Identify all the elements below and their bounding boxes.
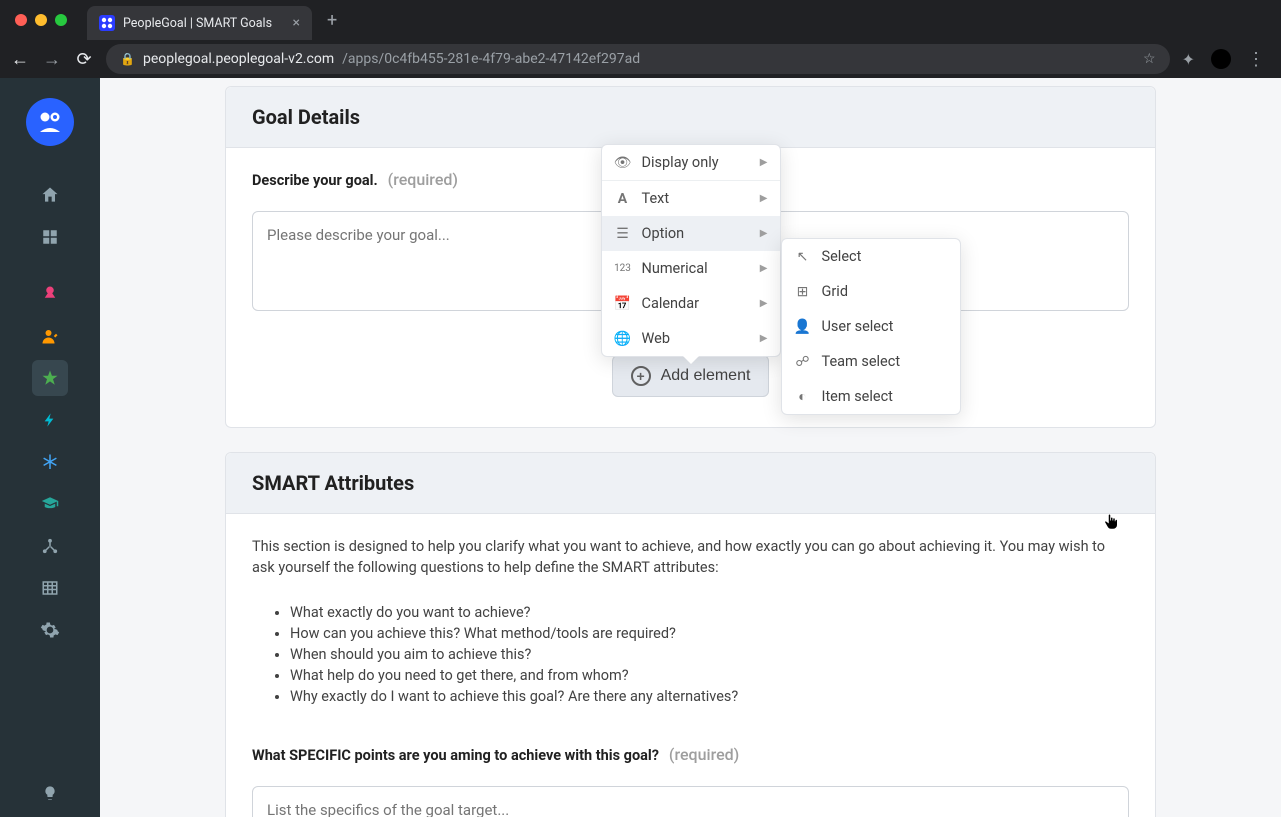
menu-item-calendar[interactable]: 📅 Calendar ▶: [602, 286, 780, 321]
number-icon: 123: [614, 263, 632, 274]
eye-icon: 👁: [614, 155, 632, 171]
close-window-button[interactable]: [15, 14, 27, 26]
chevron-right-icon: ▶: [760, 298, 768, 309]
specific-points-label: What SPECIFIC points are you aming to ac…: [252, 747, 659, 764]
new-tab-button[interactable]: +: [327, 10, 337, 31]
sidebar-item-table[interactable]: [32, 570, 68, 606]
minimize-window-button[interactable]: [35, 14, 47, 26]
sidebar: [0, 78, 100, 817]
describe-goal-label: Describe your goal.: [252, 172, 378, 189]
list-item: How can you achieve this? What method/to…: [290, 625, 1129, 642]
goal-details-title: Goal Details: [226, 87, 1155, 148]
tab-close-icon[interactable]: ×: [293, 15, 300, 31]
menu-item-numerical[interactable]: 123 Numerical ▶: [602, 251, 780, 286]
submenu-item-select[interactable]: ↖ Select: [782, 239, 960, 274]
chevron-right-icon: ▶: [760, 228, 768, 239]
text-icon: A: [614, 191, 632, 207]
sidebar-item-settings[interactable]: [32, 612, 68, 648]
submenu-item-item-select[interactable]: ◐ Item select: [782, 379, 960, 414]
extensions-icon[interactable]: ✦: [1182, 50, 1195, 69]
required-label: (required): [388, 170, 458, 189]
plus-circle-icon: +: [631, 366, 651, 386]
chevron-right-icon: ▶: [760, 263, 768, 274]
element-type-menu: 👁 Display only ▶ A Text ▶ ☰ Option: [601, 144, 781, 357]
add-element-label: Add element: [661, 367, 751, 385]
submenu-item-grid[interactable]: ⊞ Grid: [782, 274, 960, 309]
maximize-window-button[interactable]: [55, 14, 67, 26]
sidebar-home-icon[interactable]: [32, 177, 68, 213]
sidebar-help-icon[interactable]: [32, 775, 68, 811]
smart-intro-text: This section is designed to help you cla…: [252, 536, 1129, 578]
profile-avatar[interactable]: [1211, 49, 1231, 69]
menu-item-display-only[interactable]: 👁 Display only ▶: [602, 145, 780, 181]
chevron-right-icon: ▶: [760, 333, 768, 344]
team-icon: ☍: [794, 354, 812, 370]
back-button[interactable]: ←: [10, 49, 30, 70]
cursor-icon: ↖: [794, 249, 812, 265]
list-item: What exactly do you want to achieve?: [290, 604, 1129, 621]
menu-item-text[interactable]: A Text ▶: [602, 181, 780, 216]
grid-icon: ⊞: [794, 284, 812, 300]
forward-button[interactable]: →: [42, 49, 62, 70]
sidebar-item-asterisk[interactable]: [32, 444, 68, 480]
list-item: Why exactly do I want to achieve this go…: [290, 688, 1129, 705]
smart-attributes-card: SMART Attributes This section is designe…: [225, 452, 1156, 817]
sidebar-item-pink[interactable]: [32, 276, 68, 312]
globe-icon: 🌐: [614, 331, 632, 347]
sidebar-item-bolt[interactable]: [32, 402, 68, 438]
app-logo[interactable]: [26, 98, 74, 146]
address-bar[interactable]: 🔒 peoplegoal.peoplegoal-v2.com/apps/0c4f…: [106, 44, 1170, 74]
list-item: What help do you need to get there, and …: [290, 667, 1129, 684]
reload-button[interactable]: ⟳: [74, 49, 94, 70]
smart-attributes-title: SMART Attributes: [226, 453, 1155, 514]
tab-title: PeopleGoal | SMART Goals: [123, 16, 272, 31]
menu-item-option[interactable]: ☰ Option ▶: [602, 216, 780, 251]
list-item: When should you aim to achieve this?: [290, 646, 1129, 663]
url-path: /apps/0c4fb455-281e-4f79-abe2-47142ef297…: [342, 51, 640, 67]
browser-tab[interactable]: PeopleGoal | SMART Goals ×: [87, 6, 312, 40]
submenu-item-user-select[interactable]: 👤 User select: [782, 309, 960, 344]
sidebar-item-network[interactable]: [32, 528, 68, 564]
option-submenu: ↖ Select ⊞ Grid 👤 User select ☍: [781, 238, 961, 415]
sidebar-item-person[interactable]: [32, 318, 68, 354]
user-icon: 👤: [794, 319, 812, 335]
star-icon[interactable]: ☆: [1143, 51, 1156, 67]
specific-points-input[interactable]: [252, 786, 1129, 817]
goal-details-card: Goal Details Describe your goal. (requir…: [225, 86, 1156, 428]
list-icon: ☰: [614, 226, 632, 242]
tab-favicon: [99, 15, 115, 31]
chevron-right-icon: ▶: [760, 157, 768, 168]
smart-questions-list: What exactly do you want to achieve? How…: [290, 604, 1129, 705]
browser-menu-icon[interactable]: ⋮: [1247, 49, 1265, 70]
url-host: peoplegoal.peoplegoal-v2.com: [143, 51, 334, 67]
lock-icon: 🔒: [120, 52, 135, 66]
browser-chrome: PeopleGoal | SMART Goals × + ← → ⟳ 🔒 peo…: [0, 0, 1281, 78]
menu-item-web[interactable]: 🌐 Web ▶: [602, 321, 780, 356]
pie-icon: ◐: [794, 388, 812, 405]
sidebar-item-star[interactable]: [32, 360, 68, 396]
sidebar-item-graduation[interactable]: [32, 486, 68, 522]
calendar-icon: 📅: [614, 296, 632, 312]
chevron-right-icon: ▶: [760, 193, 768, 204]
main-content: Goal Details Describe your goal. (requir…: [100, 78, 1281, 817]
window-controls: [10, 14, 67, 26]
sidebar-apps-icon[interactable]: [32, 219, 68, 255]
submenu-item-team-select[interactable]: ☍ Team select: [782, 344, 960, 379]
required-label: (required): [669, 745, 739, 764]
